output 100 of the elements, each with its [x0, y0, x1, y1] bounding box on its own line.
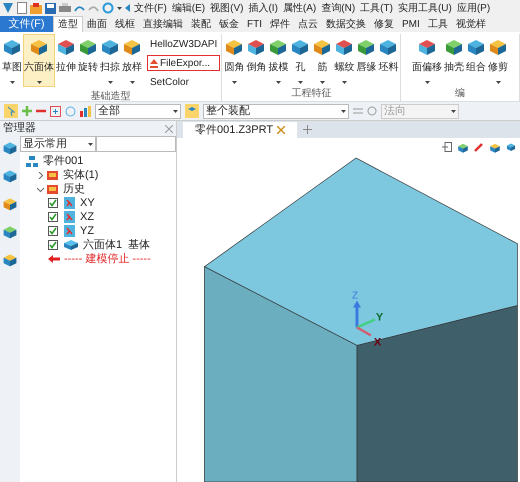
- close-icon[interactable]: [277, 126, 286, 134]
- caret-icon[interactable]: [451, 110, 456, 112]
- ribbon-tab[interactable]: 线框: [111, 16, 139, 32]
- ribbon-button[interactable]: 倒角: [245, 34, 268, 87]
- ribbon-button[interactable]: 扫掠: [99, 34, 121, 87]
- search-field[interactable]: [96, 136, 176, 152]
- checkbox[interactable]: [48, 198, 58, 208]
- ribbon-button[interactable]: 筋: [311, 34, 334, 87]
- menu-item[interactable]: 查询(N): [320, 0, 356, 16]
- display-dropdown[interactable]: 显示常用: [20, 136, 96, 152]
- ribbon-button[interactable]: 唇缘: [355, 34, 378, 87]
- plus-icon[interactable]: [303, 125, 312, 134]
- caret-icon[interactable]: [320, 81, 325, 84]
- scope-dropdown[interactable]: 整个装配: [203, 104, 349, 118]
- box-icon: [356, 37, 376, 57]
- ribbon-tab[interactable]: 钣金: [215, 16, 243, 32]
- exit-icon[interactable]: [442, 142, 452, 152]
- box-icon: [378, 37, 398, 57]
- caret-icon[interactable]: [276, 81, 281, 84]
- tree-item[interactable]: 实体(1): [63, 166, 98, 184]
- menu-item[interactable]: 文件(F): [133, 0, 168, 16]
- ribbon-tab[interactable]: PMI: [398, 16, 424, 32]
- ribbon-button[interactable]: 拔模: [267, 34, 290, 87]
- ribbon-button[interactable]: 六面体: [23, 34, 55, 87]
- tree-item[interactable]: YZ: [80, 222, 94, 240]
- filter-dropdown[interactable]: 全部: [95, 104, 181, 118]
- ribbon-button[interactable]: 抽壳: [443, 34, 466, 87]
- chevron-down-icon[interactable]: [37, 186, 44, 192]
- box-icon: [312, 37, 332, 57]
- menu-item[interactable]: 属性(A): [282, 0, 318, 16]
- ribbon-tab[interactable]: 直接编辑: [139, 16, 187, 32]
- chevron-right-icon[interactable]: [37, 172, 44, 178]
- ribbon-button[interactable]: 旋转: [77, 34, 99, 87]
- pencil-icon[interactable]: [474, 142, 484, 152]
- printer-icon[interactable]: [59, 3, 71, 13]
- ribbon-tab[interactable]: FTI: [243, 16, 266, 32]
- menu-item[interactable]: 工具(T): [359, 0, 394, 16]
- ribbon-button[interactable]: 组合: [465, 34, 488, 87]
- ribbon-button[interactable]: 放样: [121, 34, 143, 87]
- open-folder-icon[interactable]: [30, 2, 42, 14]
- ribbon-small-button[interactable]: FileExpor...: [147, 55, 220, 71]
- caret-icon[interactable]: [341, 110, 346, 112]
- assembly-icon[interactable]: [185, 104, 199, 118]
- caret-icon[interactable]: [108, 81, 112, 84]
- checkbox[interactable]: [48, 240, 58, 250]
- ribbon-tab[interactable]: 工具: [424, 16, 452, 32]
- app-logo-icon[interactable]: [2, 2, 14, 14]
- ribbon-small-button[interactable]: HelloZW3DAPI: [147, 36, 220, 52]
- box-icon: [100, 37, 120, 57]
- undo-icon[interactable]: [74, 4, 85, 12]
- ribbon-tab[interactable]: 造型: [53, 16, 83, 32]
- caret-icon[interactable]: [173, 110, 178, 112]
- save-icon[interactable]: [45, 2, 56, 14]
- ribbon-button[interactable]: 面偏移: [411, 34, 444, 87]
- ribbon-tab[interactable]: 焊件: [266, 16, 294, 32]
- tree-item[interactable]: 历史: [63, 180, 85, 198]
- ribbon-button[interactable]: 修剪: [487, 34, 510, 87]
- caret-icon[interactable]: [496, 81, 501, 84]
- tree-item[interactable]: 零件001: [43, 152, 84, 170]
- ribbon-tab[interactable]: 装配: [187, 16, 215, 32]
- menu-item[interactable]: 实用工具(U): [396, 0, 453, 16]
- menu-item[interactable]: 编辑(E): [170, 0, 206, 16]
- tree-item[interactable]: XY: [80, 194, 95, 212]
- pick-icon[interactable]: [4, 104, 18, 118]
- caret-icon[interactable]: [88, 142, 93, 146]
- ribbon-tab[interactable]: 视觉样: [452, 16, 490, 32]
- ribbon-button[interactable]: 螺纹: [333, 34, 356, 87]
- ribbon-tab[interactable]: 修复: [370, 16, 398, 32]
- file-tab[interactable]: 文件(F): [0, 16, 53, 32]
- menu-item[interactable]: 应用(P): [456, 0, 492, 16]
- caret-icon[interactable]: [342, 81, 347, 84]
- document-tab[interactable]: 零件001.Z3PRT: [183, 122, 298, 138]
- tree-item[interactable]: XZ: [80, 208, 94, 226]
- box-icon: [122, 37, 142, 57]
- ribbon-tab[interactable]: 曲面: [83, 16, 111, 32]
- caret-icon[interactable]: [10, 81, 14, 84]
- checkbox[interactable]: [48, 212, 58, 222]
- ribbon-button[interactable]: 拉伸: [55, 34, 77, 87]
- caret-icon[interactable]: [298, 81, 303, 84]
- caret-icon[interactable]: [36, 81, 42, 84]
- caret-icon[interactable]: [130, 81, 134, 84]
- group-label: 工程特征: [291, 88, 332, 100]
- bar-chart-icon[interactable]: [80, 106, 91, 116]
- tree-item[interactable]: 六面体1 基体: [83, 236, 150, 254]
- ribbon-button[interactable]: 坯料: [377, 34, 400, 87]
- new-file-icon[interactable]: [17, 2, 27, 14]
- caret-icon[interactable]: [232, 81, 237, 84]
- box-icon: [444, 37, 464, 57]
- add-box-icon[interactable]: [50, 106, 61, 116]
- ribbon-tab[interactable]: 数据交换: [322, 16, 370, 32]
- caret-icon[interactable]: [424, 81, 430, 84]
- caret-icon[interactable]: [117, 6, 122, 10]
- ribbon-button[interactable]: 圆角: [223, 34, 246, 87]
- ribbon-button[interactable]: 孔: [289, 34, 312, 87]
- menu-item[interactable]: 插入(I): [247, 0, 279, 16]
- ribbon-small-button[interactable]: SetColor: [147, 74, 220, 90]
- ribbon-tab[interactable]: 点云: [294, 16, 322, 32]
- ribbon-button[interactable]: 草图: [1, 34, 23, 87]
- menu-item[interactable]: 视图(V): [209, 0, 244, 16]
- checkbox[interactable]: [48, 226, 58, 236]
